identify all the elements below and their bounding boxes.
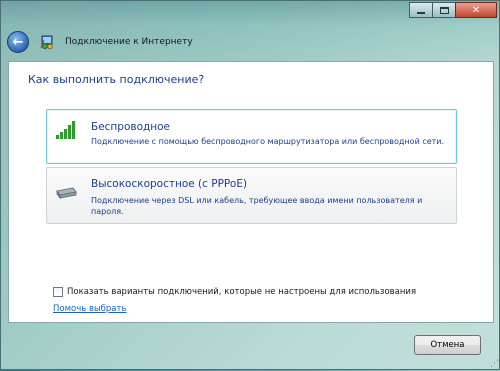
- show-all-label[interactable]: Показать варианты подключений, которые н…: [67, 287, 416, 297]
- close-button[interactable]: ✕: [455, 2, 497, 18]
- option-broadband-pppoe[interactable]: Высокоскоростное (с PPPoE) Подключение ч…: [46, 167, 457, 224]
- nav-row: ← Подключение к Интернету: [7, 29, 193, 55]
- minimize-icon: [417, 12, 425, 14]
- back-arrow-icon: ←: [12, 34, 24, 50]
- minimize-button[interactable]: [409, 2, 433, 18]
- broadband-modem-icon: [56, 187, 77, 200]
- content-panel: Как выполнить подключение? Беспроводное …: [8, 61, 494, 323]
- resize-grip-icon[interactable]: ⋰: [490, 359, 499, 369]
- maximize-icon: [439, 6, 449, 14]
- globe-network-icon: [39, 34, 55, 50]
- maximize-button[interactable]: [432, 2, 456, 18]
- close-icon: ✕: [471, 4, 481, 16]
- window-frame: ✕ ← Подключение к Интернету Как выполнит…: [0, 0, 500, 370]
- wireless-signal-icon: [56, 121, 75, 139]
- caption-buttons: ✕: [409, 2, 497, 18]
- option-wireless[interactable]: Беспроводное Подключение с помощью беспр…: [46, 109, 457, 164]
- window-title: Подключение к Интернету: [65, 37, 193, 47]
- show-all-row: Показать варианты подключений, которые н…: [53, 287, 416, 297]
- show-all-checkbox[interactable]: [53, 287, 63, 297]
- cancel-button[interactable]: Отмена: [414, 335, 481, 355]
- title-bar[interactable]: ✕: [1, 1, 500, 25]
- option-broadband-description: Подключение через DSL или кабель, требую…: [91, 196, 423, 216]
- page-heading: Как выполнить подключение?: [28, 73, 205, 86]
- option-wireless-title: Беспроводное: [91, 121, 171, 133]
- option-broadband-title: Высокоскоростное (с PPPoE): [91, 178, 248, 190]
- back-button[interactable]: ←: [7, 31, 29, 53]
- help-choose-link[interactable]: Помочь выбрать: [53, 304, 126, 314]
- footer-bar: Отмена ⋰: [1, 323, 500, 371]
- option-wireless-description: Подключение с помощью беспроводного марш…: [91, 137, 445, 146]
